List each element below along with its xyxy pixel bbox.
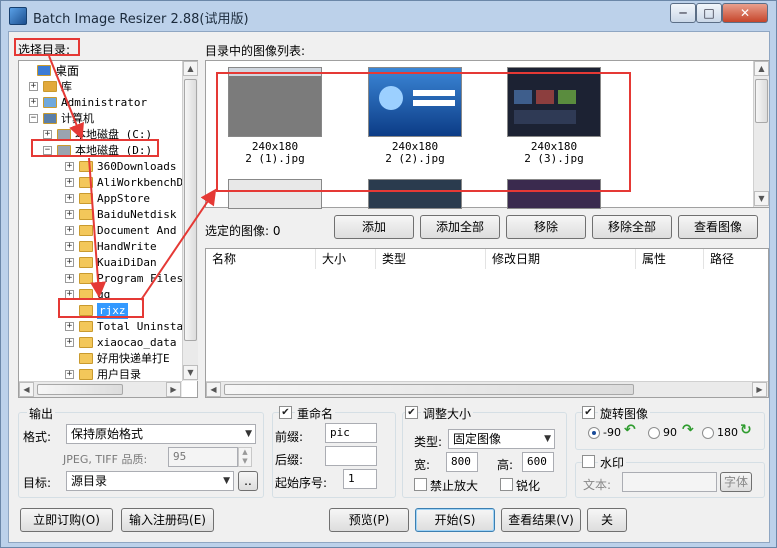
- close-button[interactable]: ✕: [722, 3, 768, 23]
- arrow-to-drive-d: [48, 55, 84, 140]
- app-window: Batch Image Resizer 2.88(试用版) ─ □ ✕ 选择目录…: [0, 0, 777, 548]
- app-icon: [9, 7, 27, 25]
- client-area: 选择目录: 桌面 + 库 + Administrator − 计算机 + 本地磁盘 (C:) − 本…: [8, 31, 770, 543]
- maximize-button[interactable]: □: [696, 3, 722, 23]
- title-bar: Batch Image Resizer 2.88(试用版) ─ □ ✕: [1, 1, 777, 31]
- window-title: Batch Image Resizer 2.88(试用版): [33, 12, 249, 27]
- arrow-to-thumbnails: [140, 188, 217, 301]
- annotation-arrows: [48, 55, 217, 301]
- minimize-button[interactable]: ─: [670, 3, 696, 23]
- arrow-to-rjxz: [88, 157, 107, 298]
